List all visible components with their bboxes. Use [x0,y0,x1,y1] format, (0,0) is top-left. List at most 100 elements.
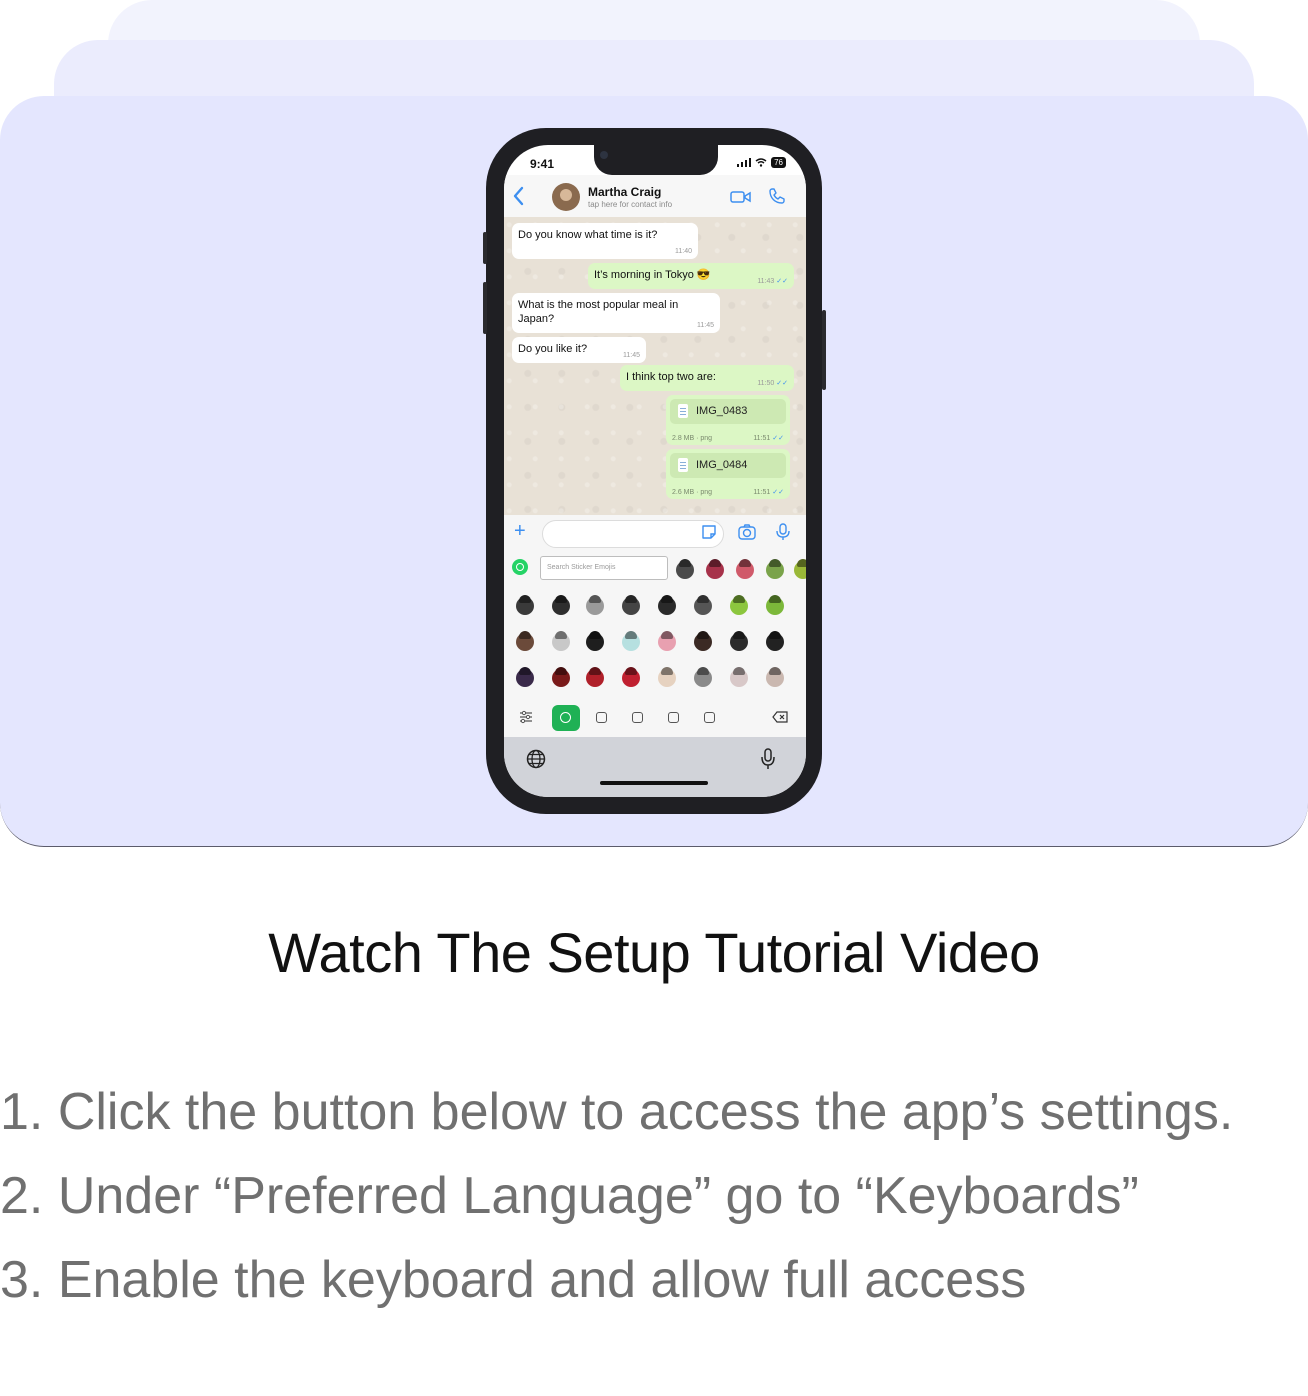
sticker[interactable] [794,561,806,579]
document-icon [678,458,688,472]
signal-icon [737,158,752,167]
file-attachment[interactable]: IMG_0484 2.6 MB · png 11:51 ✓✓ [666,449,790,499]
sticker[interactable] [552,597,570,615]
message-time: 11:45 [697,322,714,329]
sticker[interactable] [706,561,724,579]
document-icon [678,404,688,418]
sticker-search-input[interactable]: Search Sticker Emojis [540,556,668,580]
message-time: 11:40 [675,248,692,255]
message-text: It’s morning in Tokyo 😎 [594,269,711,281]
file-name: IMG_0484 [696,459,748,471]
chat-header: Martha Craig tap here for contact info [504,175,806,217]
file-time: 11:51 ✓✓ [753,435,784,442]
sticker[interactable] [658,633,676,651]
sticker[interactable] [516,597,534,615]
status-time: 9:41 [530,157,555,171]
sticker[interactable] [766,561,784,579]
message-time: 11:50 ✓✓ [757,380,788,387]
backspace-icon[interactable] [772,711,788,723]
battery-icon: 76 [771,157,786,168]
status-icons: 76 [737,157,786,168]
sticker[interactable] [516,633,534,651]
sticker[interactable] [622,597,640,615]
message-bubble: Do you know what time is it? 11:40 [512,223,698,259]
document-icon [704,712,715,723]
globe-icon[interactable] [526,749,546,769]
message-bubble: I think top two are: 11:50 ✓✓ [620,365,794,391]
sticker[interactable] [622,633,640,651]
phone-notch [594,145,718,175]
message-text: What is the most popular meal in Japan? [518,299,679,325]
phone-call-icon[interactable] [768,187,786,205]
file-meta: 2.6 MB · png [672,489,713,496]
message-time: 11:43 ✓✓ [757,278,788,285]
message-bubble: It’s morning in Tokyo 😎 11:43 ✓✓ [588,263,794,289]
file-name: IMG_0483 [696,405,748,417]
dictation-microphone-icon[interactable] [760,747,776,771]
back-chevron-icon[interactable] [510,185,528,207]
sliders-icon[interactable] [518,709,534,725]
sticker[interactable] [552,669,570,687]
contact-subtitle: tap here for contact info [588,200,673,209]
document-tab-button[interactable] [696,705,724,731]
sticker[interactable] [658,597,676,615]
step-item: 2. Under “Preferred Language” go to “Key… [0,1167,1139,1225]
camera-dot [600,151,608,159]
sticker-icon [596,712,607,723]
sticker[interactable] [730,669,748,687]
emoji-tab-button[interactable] [552,705,580,731]
sticker[interactable] [766,597,784,615]
chat-area: Do you know what time is it? 11:40 It’s … [504,217,806,515]
stack-icon [632,712,643,723]
message-bubble: What is the most popular meal in Japan? … [512,293,720,333]
sticker[interactable] [694,597,712,615]
file-preview: IMG_0484 [670,453,786,478]
step-item: 1. Click the button below to access the … [0,1083,1234,1141]
whatsapp-icon[interactable] [512,559,528,575]
sticker-tab-button[interactable] [588,705,616,731]
sticker[interactable] [730,633,748,651]
sticker[interactable] [586,669,604,687]
microphone-icon[interactable] [774,523,792,541]
sticker[interactable] [676,561,694,579]
message-text: I think top two are: [626,371,716,383]
section-title: Watch The Setup Tutorial Video [268,921,1040,984]
video-call-icon[interactable] [730,189,752,205]
home-indicator [600,781,708,785]
message-time: 11:45 [623,352,640,359]
sticker[interactable] [552,633,570,651]
sticker[interactable] [694,669,712,687]
phone-button [483,232,487,264]
file-preview: IMG_0483 [670,399,786,424]
sticker[interactable] [766,633,784,651]
setup-steps: 1. Click the button below to access the … [0,1070,1300,1322]
smiley-icon [560,712,571,723]
sticker[interactable] [766,669,784,687]
contact-avatar[interactable] [552,183,580,211]
sticker[interactable] [730,597,748,615]
file-attachment[interactable]: IMG_0483 2.8 MB · png 11:51 ✓✓ [666,395,790,445]
message-text: Do you like it? [518,343,588,355]
sticker-keyboard: Search Sticker Emojis [504,551,806,737]
sticker[interactable] [736,561,754,579]
message-input-bar: + [504,515,806,551]
wifi-icon [755,158,767,167]
message-bubble: Do you like it? 11:45 [512,337,646,363]
sticker[interactable] [694,633,712,651]
plus-icon[interactable]: + [514,521,526,541]
sticker[interactable] [658,669,676,687]
phone-button [822,310,826,390]
photo-tab-button[interactable] [660,705,688,731]
message-text: Do you know what time is it? [518,229,658,241]
file-time: 11:51 ✓✓ [753,489,784,496]
stack-tab-button[interactable] [624,705,652,731]
message-input[interactable] [542,520,724,548]
sticker[interactable] [586,633,604,651]
contact-name[interactable]: Martha Craig [588,185,661,199]
sticker[interactable] [586,597,604,615]
sticker-icon[interactable] [700,523,718,541]
camera-icon[interactable] [738,523,756,541]
sticker[interactable] [516,669,534,687]
sticker[interactable] [622,669,640,687]
file-meta: 2.8 MB · png [672,435,713,442]
